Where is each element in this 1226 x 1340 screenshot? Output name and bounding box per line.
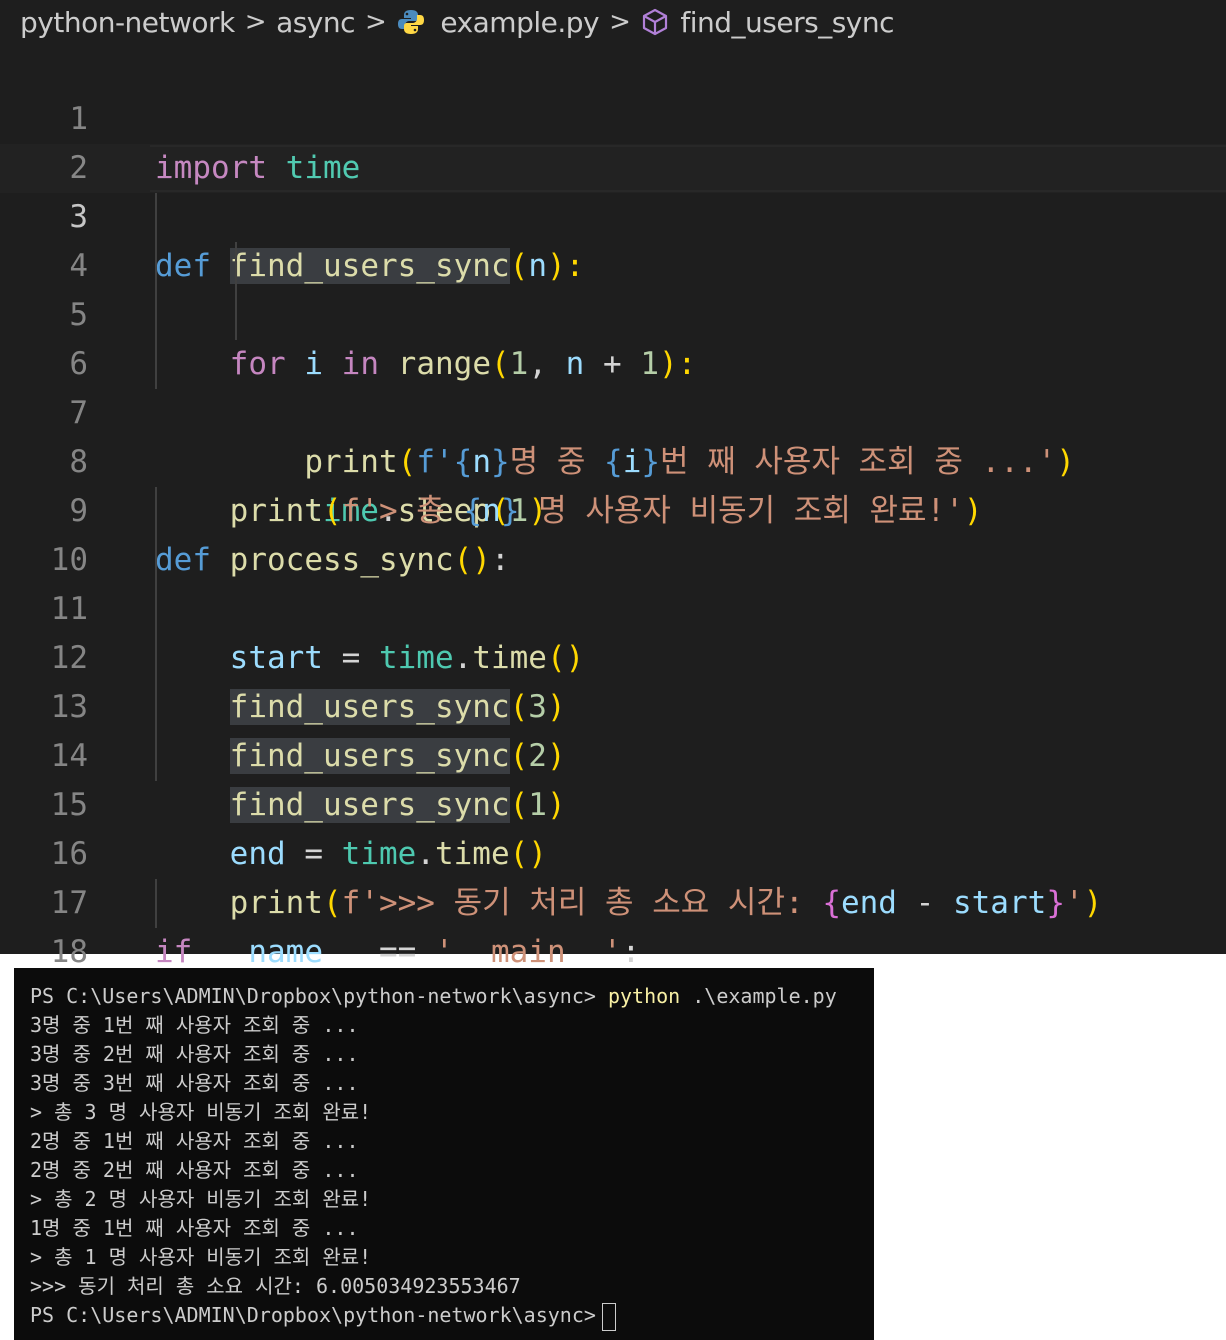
indent-guide: [155, 585, 157, 634]
code-line[interactable]: 15 print(f'>>> 동기 처리 총 소요 시간: {end - sta…: [0, 732, 1226, 921]
indent-guide: [155, 683, 157, 732]
code-line[interactable]: 16: [0, 781, 1226, 872]
terminal-command: python: [607, 984, 681, 1008]
terminal-output-line: 2명 중 2번 째 사용자 조회 중 ...: [30, 1158, 359, 1182]
indent-guide: [155, 634, 157, 683]
terminal-command-args: .\example.py: [680, 984, 837, 1008]
indent-guide: [155, 536, 157, 585]
indent-guide: [235, 242, 237, 291]
terminal-prompt: PS C:\Users\ADMIN\Dropbox\python-network…: [30, 1303, 596, 1327]
code-line[interactable]: 6 time.sleep(1): [0, 291, 1226, 529]
indent-guide: [155, 732, 157, 781]
method-cube-icon: [640, 7, 670, 37]
code-editor[interactable]: python-network > async > example.py > fi…: [0, 0, 1226, 1068]
breadcrumb: python-network > async > example.py > fi…: [20, 0, 895, 44]
indent-guide: [155, 340, 157, 389]
code-area[interactable]: 1 import time 2 3 def find_users_sync(n)…: [0, 46, 1226, 1068]
indent-guide: [155, 291, 157, 340]
code-line[interactable]: 17 if __name__ == '__main__':: [0, 830, 1226, 970]
breadcrumb-file-example-py[interactable]: example.py: [440, 6, 599, 39]
indent-guide: [155, 242, 157, 291]
terminal-output-line: >>> 동기 처리 총 소요 시간: 6.005034923553467: [30, 1274, 521, 1298]
terminal-output-line: > 총 2 명 사용자 비동기 조회 완료!: [30, 1187, 372, 1211]
code-line[interactable]: 10 start = time.time(): [0, 487, 1226, 676]
breadcrumb-folder-python-network[interactable]: python-network: [20, 6, 235, 39]
code-line[interactable]: 1 import time: [0, 46, 1226, 186]
code-line[interactable]: 5 print(f'{n}명 중 {i}번 째 사용자 조회 중 ...'): [0, 242, 1226, 480]
code-line[interactable]: 13 find_users_sync(1): [0, 634, 1226, 823]
terminal-output-line: 2명 중 1번 째 사용자 조회 중 ...: [30, 1129, 359, 1153]
indent-guide: [235, 291, 237, 340]
code-line[interactable]: 7 print(f'> 총 {n} 명 사용자 비동기 조회 완료!'): [0, 340, 1226, 529]
code-line[interactable]: 9 def process_sync():: [0, 438, 1226, 578]
code-line[interactable]: 11 find_users_sync(3): [0, 536, 1226, 725]
indent-guide: [155, 487, 157, 536]
terminal-input-line[interactable]: PS C:\Users\ADMIN\Dropbox\python-network…: [30, 1301, 616, 1331]
code-line[interactable]: 14 end = time.time(): [0, 683, 1226, 872]
python-file-icon: [396, 7, 426, 37]
breadcrumb-symbol-find-users-sync[interactable]: find_users_sync: [680, 6, 894, 39]
breadcrumb-separator: >: [365, 7, 387, 37]
code-line[interactable]: 4 for i in range(1, n + 1):: [0, 193, 1226, 382]
indent-guide: [155, 193, 157, 242]
terminal-output-line: > 총 3 명 사용자 비동기 조회 완료!: [30, 1100, 372, 1124]
terminal-panel[interactable]: PS C:\Users\ADMIN\Dropbox\python-network…: [14, 968, 874, 1340]
breadcrumb-separator: >: [244, 7, 267, 37]
breadcrumb-folder-async[interactable]: async: [276, 6, 355, 39]
terminal-prompt: PS C:\Users\ADMIN\Dropbox\python-network…: [30, 984, 608, 1008]
code-line-current[interactable]: 3 def find_users_sync(n):: [0, 144, 1226, 284]
terminal-command-line: PS C:\Users\ADMIN\Dropbox\python-network…: [30, 982, 837, 1011]
code-line[interactable]: 2: [0, 95, 1226, 186]
terminal-output-line: 1명 중 1번 째 사용자 조회 중 ...: [30, 1216, 359, 1240]
terminal-cursor: [601, 1302, 616, 1331]
breadcrumb-separator: >: [609, 7, 631, 37]
terminal-output-line: 3명 중 3번 째 사용자 조회 중 ...: [30, 1071, 359, 1095]
terminal-output-line: 3명 중 2번 째 사용자 조회 중 ...: [30, 1042, 359, 1066]
code-line[interactable]: 8: [0, 389, 1226, 480]
code-line[interactable]: 12 find_users_sync(2): [0, 585, 1226, 774]
terminal-output-line: 3명 중 1번 째 사용자 조회 중 ...: [30, 1013, 359, 1037]
indent-guide: [155, 879, 157, 928]
code-line[interactable]: 18 process_sync(): [0, 879, 1226, 1068]
terminal-output-line: > 총 1 명 사용자 비동기 조회 완료!: [30, 1245, 372, 1269]
